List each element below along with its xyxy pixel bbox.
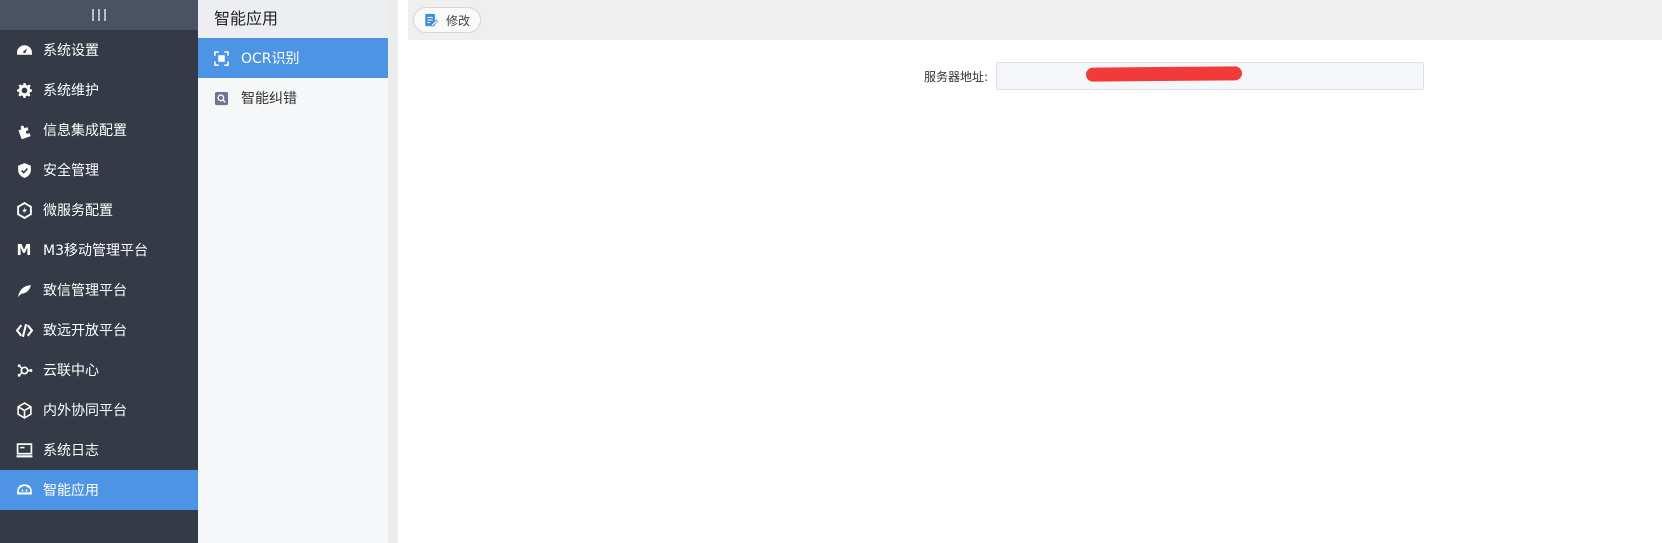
hexagon-icon <box>15 201 33 219</box>
submenu-item-label: 智能纠错 <box>241 91 297 107</box>
sidebar-collapse-toggle[interactable] <box>0 0 198 30</box>
puzzle-icon <box>15 121 33 139</box>
code-slash-icon <box>15 321 33 339</box>
sidebar-item-label: 信息集成配置 <box>43 123 127 139</box>
sidebar-item-m3-mobile[interactable]: M M3移动管理平台 <box>0 230 198 270</box>
sidebar-item-label: 云联中心 <box>43 363 99 379</box>
monitor-icon <box>15 441 33 459</box>
submenu-title: 智能应用 <box>198 0 388 38</box>
cube-network-icon <box>15 401 33 419</box>
sidebar-item-collaboration[interactable]: 内外协同平台 <box>0 390 198 430</box>
sidebar-item-security[interactable]: 安全管理 <box>0 150 198 190</box>
shield-icon <box>15 161 33 179</box>
redaction-mark <box>1085 66 1243 82</box>
sidebar-item-system-settings[interactable]: 系统设置 <box>0 30 198 70</box>
robot-icon <box>15 481 33 499</box>
dashboard-gauge-icon <box>15 41 33 59</box>
sidebar-item-label: 内外协同平台 <box>43 403 127 419</box>
server-address-row: 服务器地址: <box>908 62 1424 90</box>
sidebar-item-microservice[interactable]: 微服务配置 <box>0 190 198 230</box>
sidebar-item-cloud-center[interactable]: 云联中心 <box>0 350 198 390</box>
submenu-item-label: OCR识别 <box>241 51 300 67</box>
gear-icon <box>15 81 33 99</box>
sidebar-item-label: 致远开放平台 <box>43 323 127 339</box>
sidebar-item-label: 系统维护 <box>43 83 99 99</box>
sidebar-item-label: 系统设置 <box>43 43 99 59</box>
submenu-item-smart-correction[interactable]: 智能纠错 <box>198 78 388 118</box>
edit-button-label: 修改 <box>446 13 471 28</box>
submenu-item-ocr[interactable]: OCR识别 <box>198 38 388 78</box>
sidebar-item-smart-apps[interactable]: 智能应用 <box>0 470 198 510</box>
server-address-label: 服务器地址: <box>923 69 988 84</box>
scan-icon <box>214 50 229 66</box>
main-sidebar: 系统设置 系统维护 信息集成配置 安全管理 微服务配置 M M3移动管理平台 致… <box>0 0 198 543</box>
sidebar-item-system-log[interactable]: 系统日志 <box>0 430 198 470</box>
hamburger-vertical-bars-icon <box>92 9 106 21</box>
sidebar-item-info-integration[interactable]: 信息集成配置 <box>0 110 198 150</box>
main-content: 修改 服务器地址: <box>408 0 1662 543</box>
sidebar-item-label: 致信管理平台 <box>43 283 127 299</box>
sidebar-item-label: M3移动管理平台 <box>43 243 148 259</box>
sidebar-item-label: 安全管理 <box>43 163 99 179</box>
app-root: 系统设置 系统维护 信息集成配置 安全管理 微服务配置 M M3移动管理平台 致… <box>0 0 1662 543</box>
leaf-icon <box>15 281 33 299</box>
toolbar: 修改 <box>408 0 1662 40</box>
sidebar-item-label: 智能应用 <box>43 483 99 499</box>
submenu-panel: 智能应用 OCR识别 智能纠错 <box>198 0 398 543</box>
edit-document-icon <box>424 13 438 27</box>
cloud-connect-icon <box>15 361 33 379</box>
magnifier-icon <box>214 91 229 106</box>
sidebar-item-open-platform[interactable]: 致远开放平台 <box>0 310 198 350</box>
sidebar-item-label: 系统日志 <box>43 443 99 459</box>
sidebar-item-zhixin[interactable]: 致信管理平台 <box>0 270 198 310</box>
m-logo-icon: M <box>16 241 32 259</box>
sidebar-item-label: 微服务配置 <box>43 203 113 219</box>
edit-button[interactable]: 修改 <box>413 7 482 33</box>
sidebar-item-system-maintenance[interactable]: 系统维护 <box>0 70 198 110</box>
